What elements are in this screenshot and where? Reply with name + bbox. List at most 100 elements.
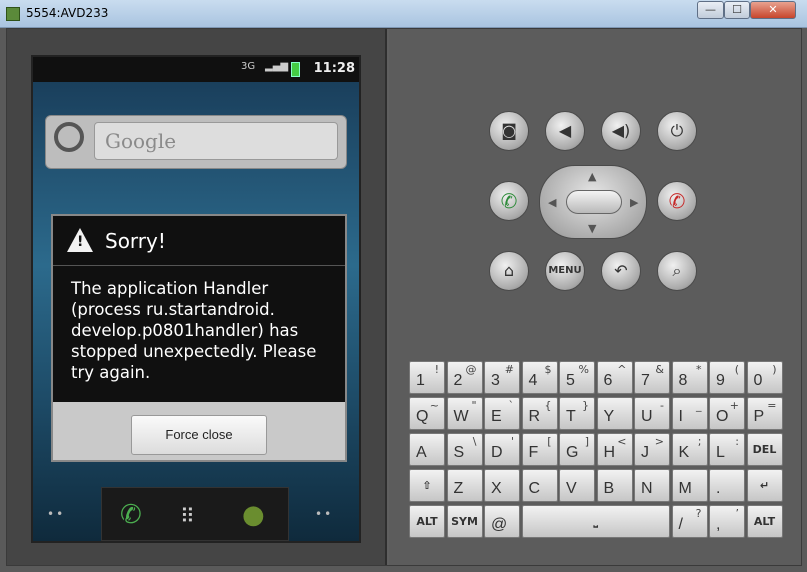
menu-button[interactable]: MENU: [545, 251, 585, 291]
browser-dock-icon[interactable]: ●: [242, 500, 265, 530]
key-S[interactable]: S \: [446, 433, 483, 466]
key-main-label: R: [528, 408, 541, 425]
volume-down-icon[interactable]: ◀: [545, 111, 585, 151]
home-icon[interactable]: ⌂: [489, 251, 529, 291]
app-drawer-icon[interactable]: ⠿: [180, 504, 195, 528]
shift-key-icon[interactable]: ⇧: [409, 469, 445, 502]
device-screen[interactable]: 3G ▂▄▆ 11:28 Google ! Sorry! The applica…: [31, 55, 361, 543]
key-8[interactable]: 8 *: [671, 361, 708, 394]
key-W[interactable]: W ": [446, 397, 483, 430]
dpad-down-icon[interactable]: ▼: [588, 222, 596, 235]
key-Z[interactable]: Z: [446, 469, 483, 502]
key-F[interactable]: F[: [521, 433, 558, 466]
key-I[interactable]: I _: [671, 397, 708, 430]
dpad-right-icon[interactable]: ▶: [630, 196, 638, 209]
key-main-label: 9: [716, 372, 725, 389]
network-indicator: 3G: [241, 61, 256, 72]
key-R[interactable]: R{: [521, 397, 558, 430]
search-icon[interactable]: [54, 122, 84, 152]
power-icon[interactable]: ⏻: [657, 111, 697, 151]
key-alt-label: %: [578, 363, 589, 376]
key-alt-label: *: [696, 363, 702, 376]
key-O[interactable]: O +: [709, 397, 745, 430]
key-G[interactable]: G]: [559, 433, 595, 466]
key-main-label: 3: [491, 372, 500, 389]
key-main-label: .: [716, 480, 721, 497]
alt-right-key[interactable]: ALT: [746, 505, 783, 538]
key-main-label: N: [641, 480, 653, 497]
dialog-message: The application Handler (process ru.star…: [71, 279, 317, 382]
key-A[interactable]: A: [409, 433, 445, 466]
key-alt-label: ~: [429, 399, 439, 412]
key-alt-label: ]: [584, 435, 589, 448]
comma-key[interactable]: ,’: [709, 505, 745, 538]
key-main-label: J: [641, 444, 649, 461]
key-main-label: C: [528, 480, 541, 497]
alt-left-key[interactable]: ALT: [409, 505, 445, 538]
key-alt-label: #: [504, 363, 514, 376]
emulator-frame: 3G ▂▄▆ 11:28 Google ! Sorry! The applica…: [6, 28, 802, 566]
google-search-widget[interactable]: Google: [45, 115, 347, 169]
key-V[interactable]: V: [559, 469, 595, 502]
call-icon[interactable]: ✆: [489, 181, 529, 221]
warning-mark-icon: !: [77, 234, 84, 250]
key-label: ⇧: [422, 479, 432, 492]
key-Y[interactable]: Y: [596, 397, 633, 430]
key-M[interactable]: M: [671, 469, 708, 502]
key-C[interactable]: C: [521, 469, 558, 502]
enter-key-icon[interactable]: ↵: [746, 469, 783, 502]
key-D[interactable]: D ': [484, 433, 520, 466]
key-L[interactable]: L:: [709, 433, 745, 466]
dpad-up-icon[interactable]: ▲: [588, 170, 596, 183]
key-3[interactable]: 3 #: [484, 361, 520, 394]
slash-key[interactable]: /?: [671, 505, 708, 538]
back-icon[interactable]: ↶: [601, 251, 641, 291]
key-main-label: Q: [416, 408, 429, 425]
key-1[interactable]: 1!: [409, 361, 445, 394]
key-P[interactable]: P =: [746, 397, 783, 430]
end-call-icon[interactable]: ✆: [657, 181, 697, 221]
phone-dock-icon[interactable]: ✆: [120, 500, 142, 530]
key-B[interactable]: B: [596, 469, 633, 502]
delete-key[interactable]: DEL: [746, 433, 783, 466]
key-N[interactable]: N: [634, 469, 670, 502]
maximize-button[interactable]: ☐: [724, 1, 750, 19]
key-Q[interactable]: Q ~: [409, 397, 445, 430]
key-X[interactable]: X: [484, 469, 520, 502]
search-hw-icon[interactable]: ⌕: [657, 251, 697, 291]
key-7[interactable]: 7 &: [634, 361, 670, 394]
key-U[interactable]: U-: [634, 397, 670, 430]
key-main-label: K: [678, 444, 690, 461]
key-9[interactable]: 9(: [709, 361, 745, 394]
key-period[interactable]: .: [709, 469, 745, 502]
key-alt-label: $: [544, 363, 552, 376]
key-E[interactable]: E `: [484, 397, 520, 430]
key-4[interactable]: 4 $: [521, 361, 558, 394]
dialog-header: ! Sorry!: [53, 216, 345, 266]
dpad[interactable]: ▲ ▼ ◀ ▶: [539, 165, 647, 239]
minimize-button[interactable]: —: [697, 1, 724, 19]
key-label: SYM: [451, 515, 478, 528]
dpad-left-icon[interactable]: ◀: [548, 196, 556, 209]
volume-up-icon[interactable]: ◀): [601, 111, 641, 151]
key-6[interactable]: 6 ^: [596, 361, 633, 394]
key-T[interactable]: T}: [559, 397, 595, 430]
force-close-button[interactable]: Force close: [131, 415, 267, 455]
search-input[interactable]: Google: [94, 122, 338, 160]
key-main-label: Y: [603, 408, 615, 425]
key-5[interactable]: 5%: [559, 361, 595, 394]
key-K[interactable]: K;: [671, 433, 708, 466]
sym-key[interactable]: SYM: [446, 505, 483, 538]
key-2[interactable]: 2 @: [446, 361, 483, 394]
at-key[interactable]: @: [484, 505, 520, 538]
key-H[interactable]: H <: [596, 433, 633, 466]
key-alt-label: \: [472, 435, 477, 448]
dpad-center-button[interactable]: [566, 190, 622, 214]
key-J[interactable]: J >: [634, 433, 670, 466]
camera-button-icon[interactable]: ◙: [489, 111, 529, 151]
close-button[interactable]: ✕: [750, 1, 796, 19]
dialog-footer: Force close: [53, 402, 345, 460]
key-main-label: V: [566, 480, 577, 497]
space-key[interactable]: ⎵: [521, 505, 670, 538]
key-0[interactable]: 0): [746, 361, 783, 394]
